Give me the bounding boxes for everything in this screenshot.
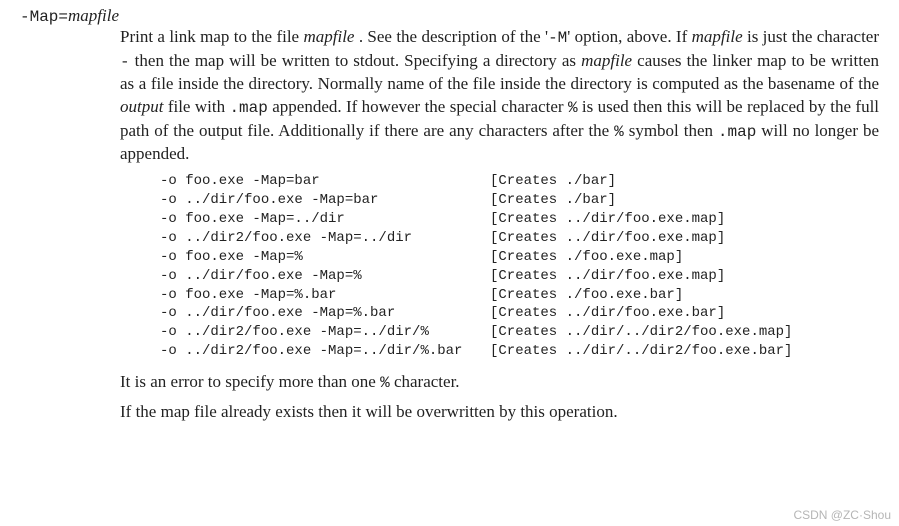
text: appended. If however the special charact…: [272, 97, 568, 116]
ext-ref: .map: [718, 123, 756, 141]
percent-ref: %: [568, 99, 578, 117]
example-command: -o ../dir/foo.exe -Map=%: [160, 267, 490, 286]
text: Print a link map to the file: [120, 27, 303, 46]
percent-ref: %: [380, 374, 390, 392]
text: then the map will be written to stdout. …: [135, 51, 581, 70]
example-row: -o ../dir/foo.exe -Map=%[Creates ../dir/…: [160, 267, 879, 286]
example-command: -o ../dir2/foo.exe -Map=../dir/%.bar: [160, 342, 490, 361]
arg-ref: mapfile: [692, 27, 743, 46]
example-row: -o foo.exe -Map=../dir[Creates ../dir/fo…: [160, 210, 879, 229]
description-paragraph-2: It is an error to specify more than one …: [120, 371, 879, 395]
example-output: [Creates ./bar]: [490, 191, 616, 210]
output-ref: output: [120, 97, 163, 116]
text: . See the description of the ': [359, 27, 548, 46]
example-row: -o ../dir/foo.exe -Map=bar[Creates ./bar…: [160, 191, 879, 210]
example-output: [Creates ./foo.exe.map]: [490, 248, 683, 267]
text: symbol then: [629, 121, 718, 140]
percent-ref: %: [614, 123, 624, 141]
arg-ref: mapfile: [581, 51, 632, 70]
option-ref: -M: [548, 29, 567, 47]
option-arg: mapfile: [68, 6, 119, 25]
example-output: [Creates ../dir/../dir2/foo.exe.bar]: [490, 342, 792, 361]
literal-dash: -: [120, 53, 130, 71]
example-command: -o ../dir2/foo.exe -Map=../dir: [160, 229, 490, 248]
example-output: [Creates ./foo.exe.bar]: [490, 286, 683, 305]
text: is just the character: [747, 27, 879, 46]
example-row: -o ../dir2/foo.exe -Map=../dir/%[Creates…: [160, 323, 879, 342]
arg-ref: mapfile: [303, 27, 354, 46]
example-command: -o ../dir2/foo.exe -Map=../dir/%: [160, 323, 490, 342]
description-paragraph-1: Print a link map to the file mapfile . S…: [120, 26, 879, 166]
description-block: Print a link map to the file mapfile . S…: [120, 26, 879, 424]
example-command: -o foo.exe -Map=bar: [160, 172, 490, 191]
example-command: -o foo.exe -Map=../dir: [160, 210, 490, 229]
text: character.: [394, 372, 460, 391]
option-heading: -Map=mapfile: [20, 6, 889, 26]
example-output: [Creates ../dir/foo.exe.map]: [490, 229, 725, 248]
option-flag: -Map=: [20, 8, 68, 26]
example-row: -o foo.exe -Map=%[Creates ./foo.exe.map]: [160, 248, 879, 267]
example-command: -o ../dir/foo.exe -Map=bar: [160, 191, 490, 210]
text: file with: [168, 97, 230, 116]
example-command: -o foo.exe -Map=%.bar: [160, 286, 490, 305]
example-row: -o foo.exe -Map=bar[Creates ./bar]: [160, 172, 879, 191]
example-command: -o foo.exe -Map=%: [160, 248, 490, 267]
example-command: -o ../dir/foo.exe -Map=%.bar: [160, 304, 490, 323]
example-row: -o ../dir2/foo.exe -Map=../dir/%.bar[Cre…: [160, 342, 879, 361]
description-paragraph-3: If the map file already exists then it w…: [120, 401, 879, 424]
ext-ref: .map: [229, 99, 267, 117]
example-row: -o ../dir/foo.exe -Map=%.bar[Creates ../…: [160, 304, 879, 323]
example-output: [Creates ../dir/foo.exe.bar]: [490, 304, 725, 323]
example-output: [Creates ../dir/../dir2/foo.exe.map]: [490, 323, 792, 342]
example-output: [Creates ../dir/foo.exe.map]: [490, 210, 725, 229]
example-output: [Creates ./bar]: [490, 172, 616, 191]
text: ' option, above. If: [567, 27, 691, 46]
text: If the map file already exists then it w…: [120, 402, 618, 421]
text: It is an error to specify more than one: [120, 372, 380, 391]
example-row: -o ../dir2/foo.exe -Map=../dir[Creates .…: [160, 229, 879, 248]
example-output: [Creates ../dir/foo.exe.map]: [490, 267, 725, 286]
example-row: -o foo.exe -Map=%.bar[Creates ./foo.exe.…: [160, 286, 879, 305]
watermark: CSDN @ZC·Shou: [793, 508, 891, 522]
examples-block: -o foo.exe -Map=bar[Creates ./bar]-o ../…: [160, 172, 879, 361]
